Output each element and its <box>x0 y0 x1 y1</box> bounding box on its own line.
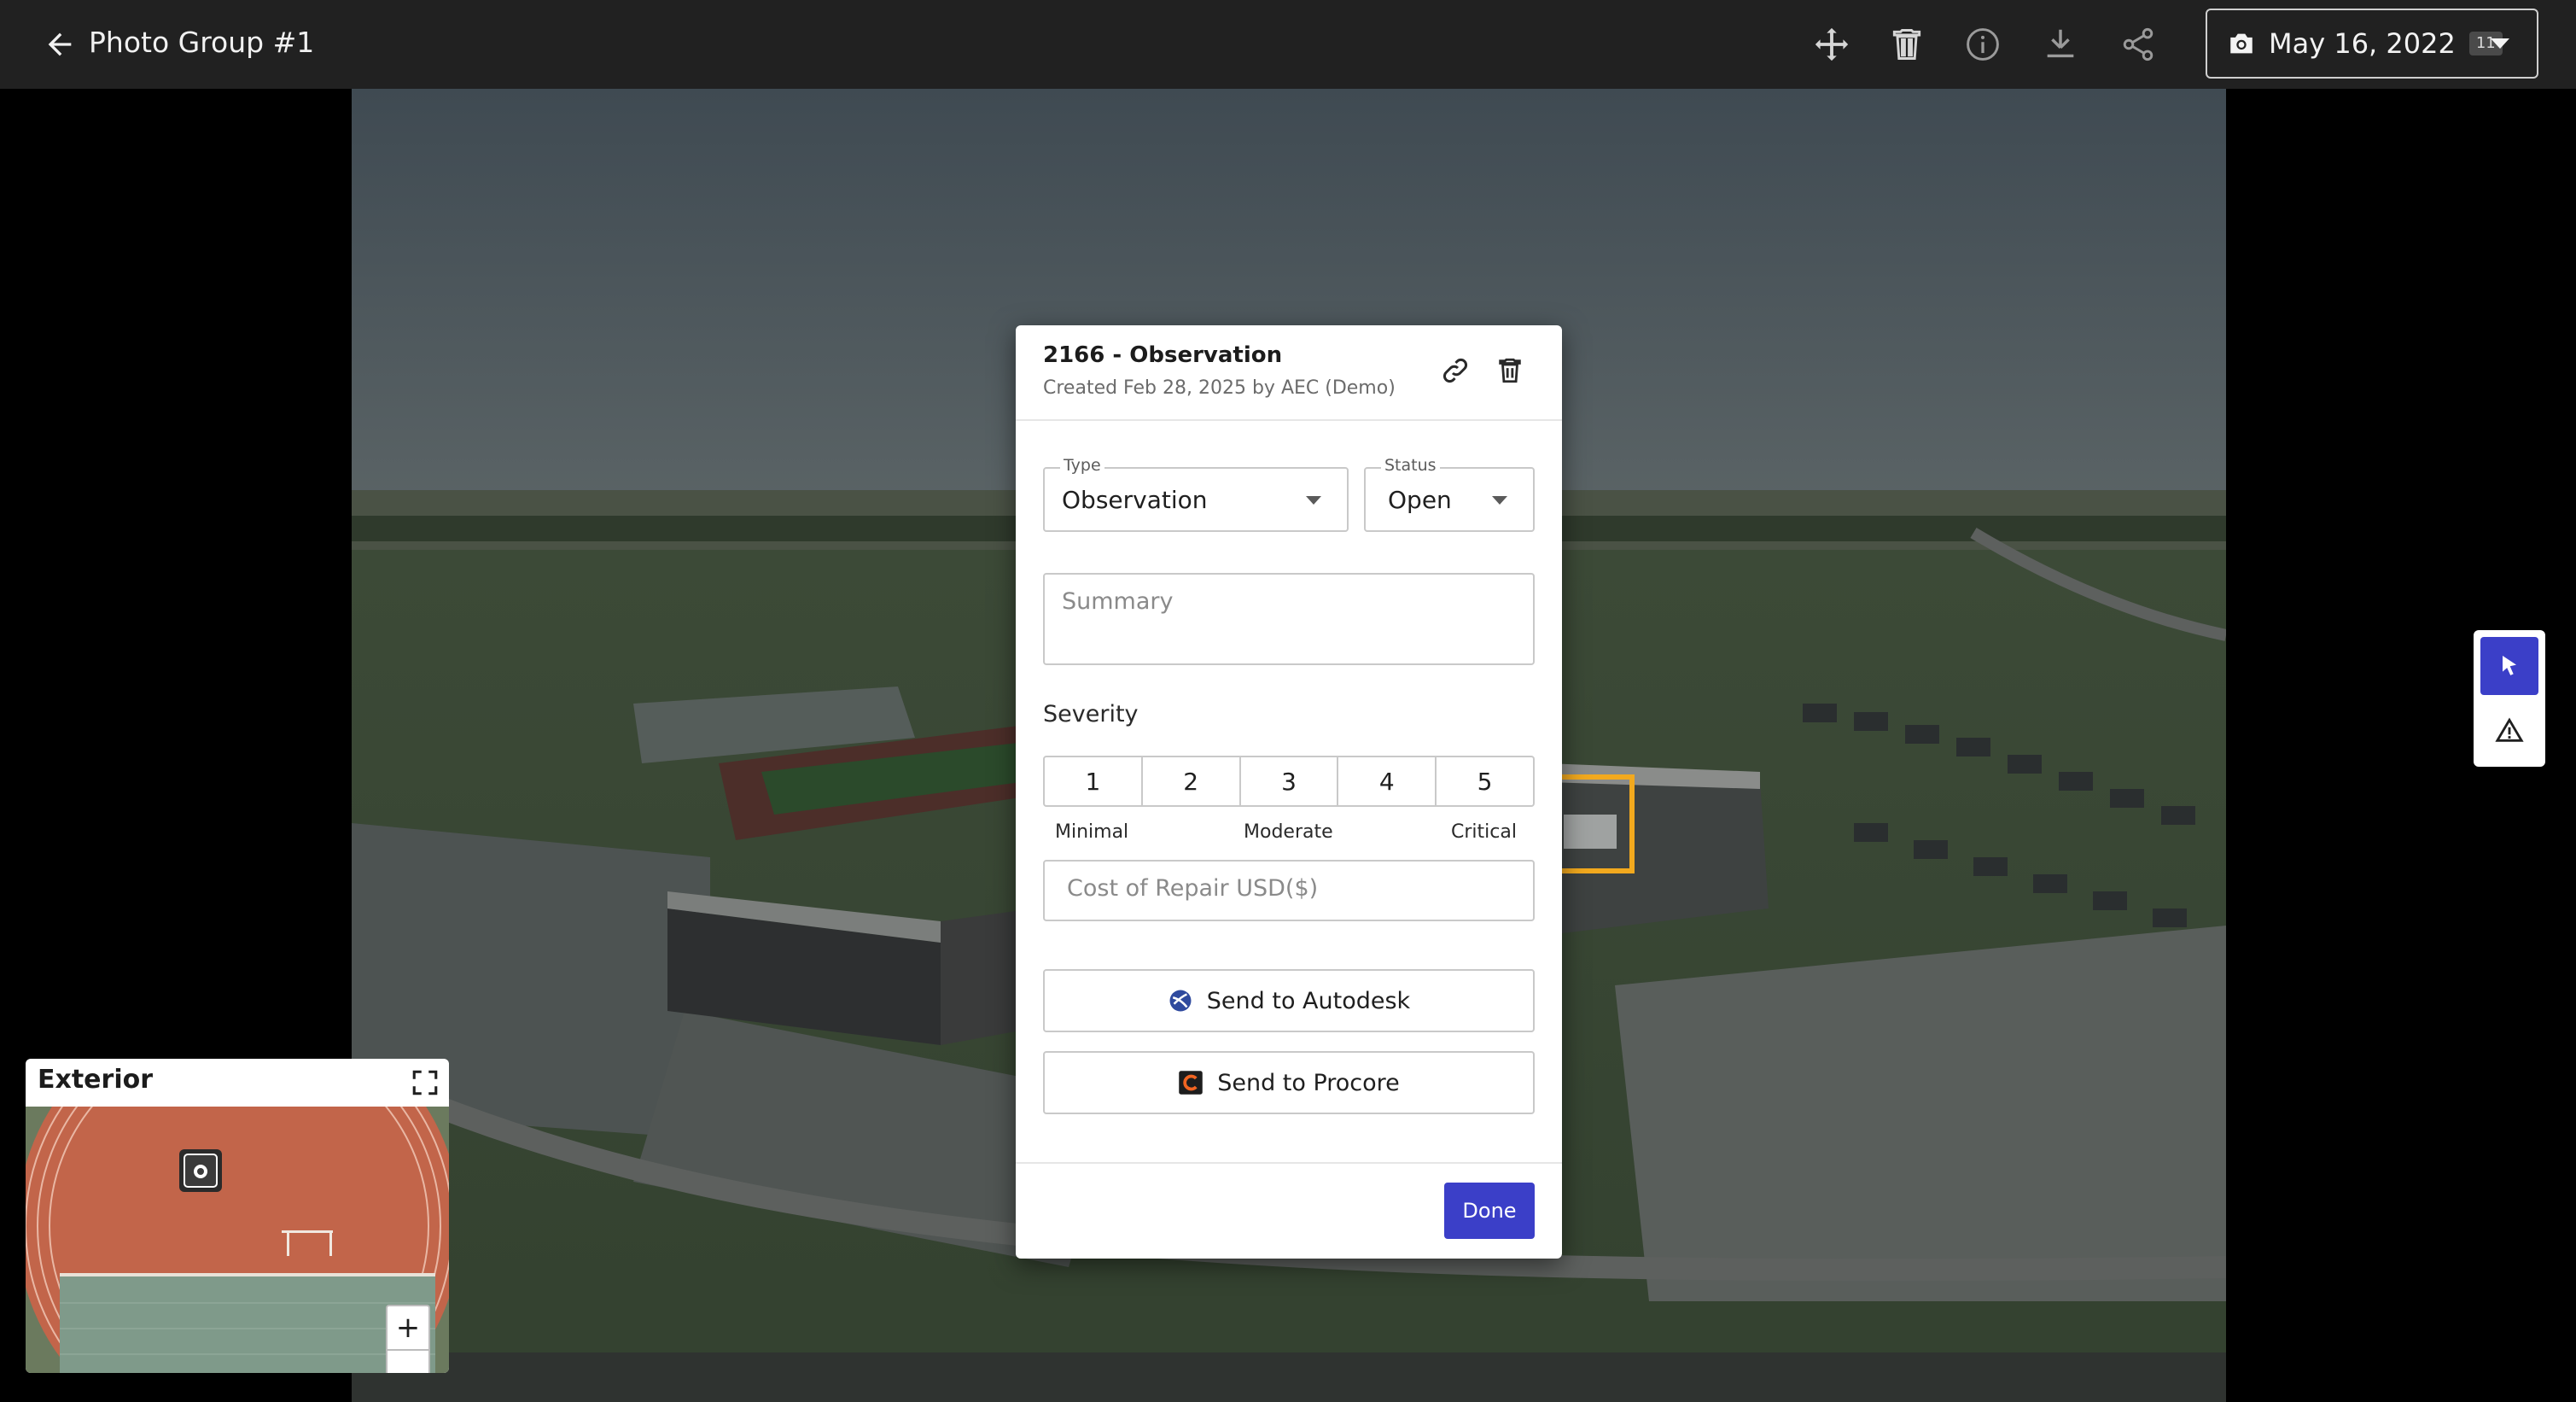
type-value: Observation <box>1062 486 1208 514</box>
copy-link-button[interactable] <box>1436 351 1475 390</box>
dialog-header: 2166 - Observation Created Feb 28, 2025 … <box>1016 325 1562 421</box>
minimap-panel: Exterior + <box>26 1059 449 1373</box>
arrow-left-icon <box>48 32 72 56</box>
expand-minimap-button[interactable] <box>408 1066 442 1100</box>
severity-option-3[interactable]: 3 <box>1241 757 1339 805</box>
severity-option-5[interactable]: 5 <box>1437 757 1533 805</box>
done-button[interactable]: Done <box>1444 1183 1535 1239</box>
minimap-satellite-view[interactable]: + − <box>26 1107 449 1373</box>
summary-placeholder: Summary <box>1062 588 1174 615</box>
minimap-title: Exterior <box>38 1065 154 1095</box>
chevron-down-icon <box>1306 496 1321 505</box>
camera-icon <box>2226 28 2257 59</box>
severity-caption-minimal: Minimal <box>1055 821 1129 843</box>
send-to-procore-label: Send to Procore <box>1217 1069 1400 1096</box>
link-icon <box>1443 359 1467 383</box>
severity-label: Severity <box>1043 701 1139 727</box>
status-select[interactable]: Status Open <box>1364 456 1535 532</box>
back-button[interactable] <box>39 24 80 65</box>
dialog-footer-divider <box>1016 1162 1562 1164</box>
zoom-out-button[interactable]: − <box>388 1352 428 1373</box>
zoom-controls: + − <box>386 1305 430 1373</box>
observation-tool-button[interactable] <box>2480 702 2538 760</box>
zoom-in-button[interactable]: + <box>388 1306 428 1351</box>
select-tool-button[interactable] <box>2480 637 2538 695</box>
top-bar: Photo Group #1 May 16, 2022 11 <box>0 0 2576 89</box>
severity-caption-moderate: Moderate <box>1244 821 1333 843</box>
severity-option-2[interactable]: 2 <box>1143 757 1241 805</box>
chevron-down-icon <box>1492 496 1507 505</box>
page-title: Photo Group #1 <box>89 26 315 59</box>
share-button[interactable] <box>2114 20 2162 68</box>
capture-date-selector[interactable]: May 16, 2022 11 <box>2206 9 2538 79</box>
info-icon <box>1967 28 1999 61</box>
capture-date: May 16, 2022 <box>2269 27 2456 60</box>
procore-icon <box>1179 1071 1203 1095</box>
info-button[interactable] <box>1959 20 2007 68</box>
observation-title: 2166 - Observation <box>1043 342 1283 368</box>
cost-of-repair-input[interactable]: Cost of Repair USD($) <box>1043 860 1535 921</box>
status-label: Status <box>1381 456 1440 475</box>
severity-caption-critical: Critical <box>1451 821 1517 843</box>
type-select[interactable]: Type Observation <box>1043 456 1349 532</box>
annotation-toolbar <box>2474 630 2545 767</box>
send-to-procore-button[interactable]: Send to Procore <box>1043 1051 1535 1114</box>
fullscreen-icon <box>412 1070 438 1095</box>
cost-placeholder: Cost of Repair USD($) <box>1067 875 1319 902</box>
photo-viewer: Photo Group #1 May 16, 2022 11 2166 - Ob… <box>0 0 2576 1402</box>
send-to-autodesk-label: Send to Autodesk <box>1206 987 1411 1014</box>
severity-option-1[interactable]: 1 <box>1045 757 1143 805</box>
status-value: Open <box>1388 486 1452 514</box>
delete-observation-button[interactable] <box>1490 351 1530 390</box>
severity-option-4[interactable]: 4 <box>1338 757 1437 805</box>
send-to-autodesk-button[interactable]: Send to Autodesk <box>1043 969 1535 1032</box>
download-icon <box>2047 29 2074 58</box>
summary-input[interactable]: Summary <box>1043 573 1535 665</box>
warning-icon <box>2495 717 2524 742</box>
severity-selector: 1 2 3 4 5 <box>1043 756 1535 807</box>
trash-icon <box>1892 29 1921 60</box>
type-label: Type <box>1060 456 1104 475</box>
chevron-down-icon <box>2491 38 2509 49</box>
download-button[interactable] <box>2037 20 2084 68</box>
delete-group-button[interactable] <box>1883 20 1931 68</box>
move-button[interactable] <box>1808 20 1856 68</box>
autodesk-icon <box>1169 990 1192 1012</box>
share-icon <box>2123 27 2153 61</box>
observation-dialog: 2166 - Observation Created Feb 28, 2025 … <box>1016 325 1562 1259</box>
move-icon <box>1815 27 1849 61</box>
cursor-icon <box>2503 656 2516 675</box>
observation-created-info: Created Feb 28, 2025 by AEC (Demo) <box>1043 377 1396 399</box>
trash-icon <box>1499 358 1521 383</box>
